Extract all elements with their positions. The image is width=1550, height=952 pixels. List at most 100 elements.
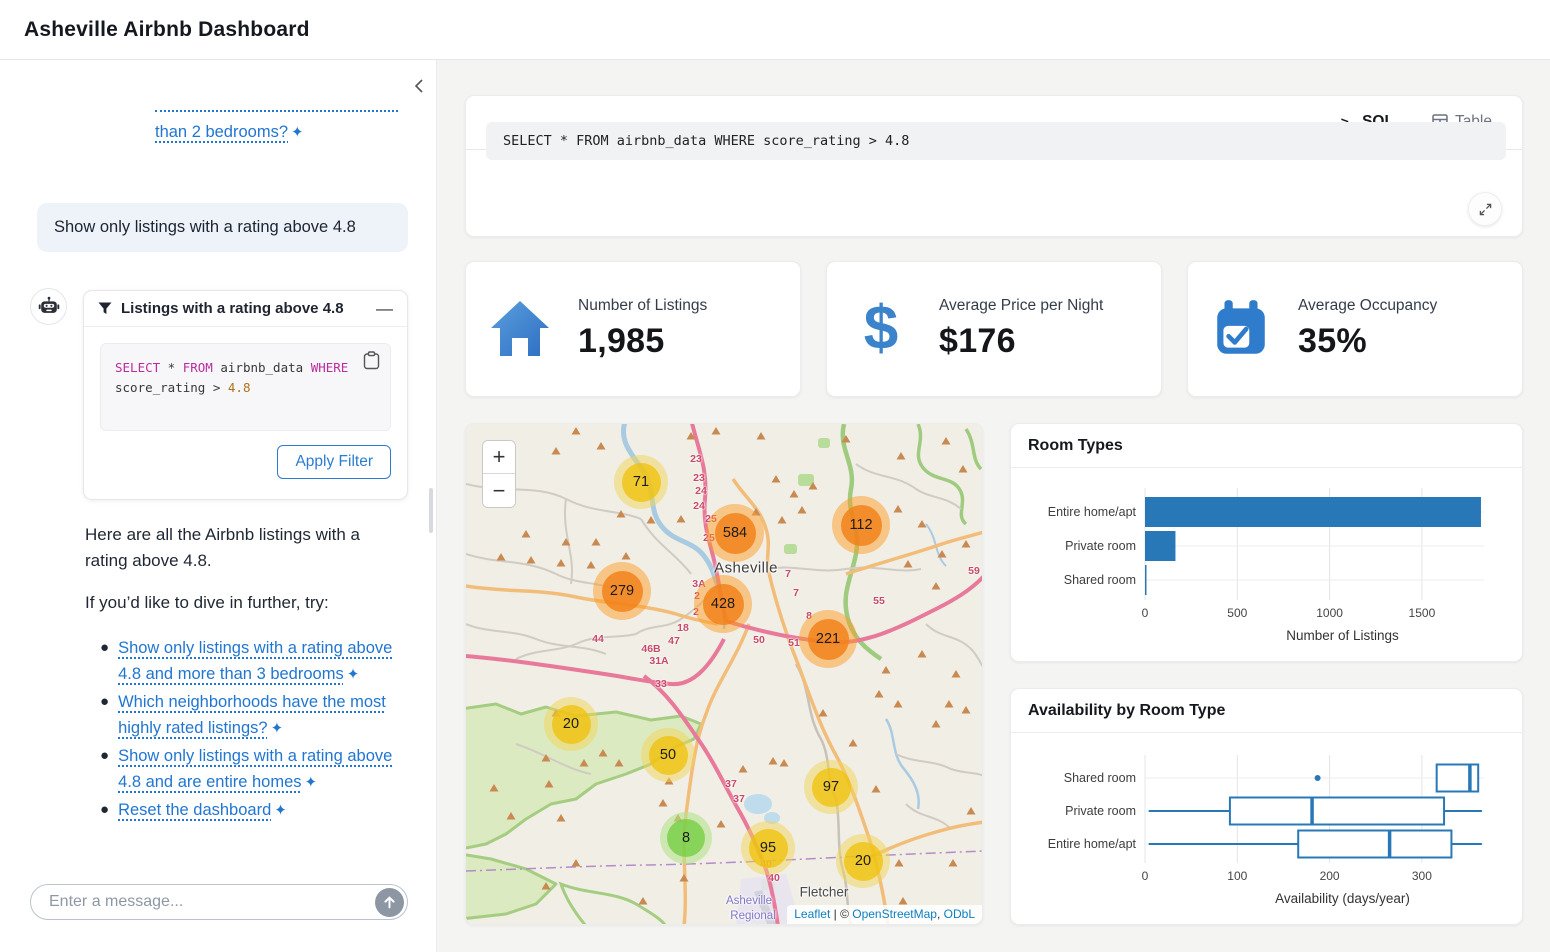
copy-button[interactable] — [360, 351, 382, 373]
cluster-count: 221 — [808, 619, 849, 660]
sparkle-icon: ✦ — [305, 770, 318, 796]
chat-sidebar: than 2 bedrooms?✦ Show only listings wit… — [0, 60, 437, 952]
cluster-marker[interactable]: 428 — [694, 575, 752, 633]
stat-label: Number of Listings — [578, 297, 707, 315]
bullet-icon: ● — [100, 635, 109, 688]
category-label: Shared room — [1064, 573, 1136, 587]
chevron-left-icon — [412, 78, 426, 94]
assistant-message-followup: If you’d like to dive in further, try: — [85, 593, 400, 613]
availability-box-plot: Shared roomPrivate roomEntire home/apt01… — [1011, 733, 1522, 923]
leaflet-link[interactable]: Leaflet — [794, 907, 830, 921]
outlier-point — [1315, 775, 1321, 781]
axis-tick-label: 1000 — [1316, 606, 1343, 620]
sql-query-input[interactable]: SELECT * FROM airbnb_data WHERE score_ra… — [486, 122, 1506, 160]
suggestion-link[interactable]: Which neighborhoods have the most highly… — [118, 693, 386, 737]
user-message-text: Show only listings with a rating above 4… — [54, 218, 356, 237]
category-label: Private room — [1065, 804, 1136, 818]
sparkle-icon: ✦ — [347, 662, 360, 688]
map-attribution: Leaflet | © OpenStreetMap, ODbL — [787, 905, 982, 924]
axis-tick-label: 0 — [1142, 606, 1149, 620]
bar[interactable] — [1145, 531, 1175, 561]
stat-card-listings: Number of Listings 1,985 — [465, 261, 801, 397]
suggestion-link[interactable]: Reset the dashboard — [118, 801, 271, 819]
send-button[interactable] — [375, 888, 404, 917]
expand-icon — [1479, 203, 1492, 216]
cluster-marker[interactable]: 97 — [804, 760, 858, 814]
apply-filter-button[interactable]: Apply Filter — [277, 445, 391, 479]
cluster-marker[interactable]: 71 — [614, 455, 668, 509]
chart-title: Room Types — [1011, 424, 1522, 468]
category-label: Entire home/apt — [1048, 505, 1137, 519]
user-message-bubble: Show only listings with a rating above 4… — [37, 203, 408, 252]
map-zoom-control: + − — [482, 440, 516, 508]
arrow-up-icon — [383, 896, 396, 909]
bullet-icon: ● — [100, 743, 109, 796]
bullet-icon: ● — [100, 797, 109, 824]
stat-label: Average Price per Night — [939, 297, 1103, 315]
cluster-marker[interactable]: 221 — [799, 610, 857, 668]
category-label: Shared room — [1064, 771, 1136, 785]
robot-icon — [38, 296, 60, 318]
sidebar-collapse-button[interactable] — [408, 76, 430, 98]
cluster-marker[interactable]: 20 — [836, 834, 890, 888]
avatar — [30, 288, 67, 325]
map-basemap — [466, 424, 983, 925]
cluster-count: 112 — [841, 505, 882, 546]
sql-code-block: SELECT * FROM airbnb_data WHERE score_ra… — [100, 343, 391, 431]
attribution-comma: , — [937, 907, 944, 921]
cluster-marker[interactable]: 8 — [660, 812, 712, 864]
axis-tick-label: 300 — [1412, 869, 1432, 883]
sparkle-icon: ✦ — [271, 716, 284, 742]
filter-icon — [98, 302, 112, 315]
suggestion-item: ●Which neighborhoods have the most highl… — [100, 689, 400, 742]
category-label: Entire home/apt — [1048, 837, 1137, 851]
message-input[interactable] — [30, 884, 408, 920]
cluster-count: 428 — [703, 584, 744, 625]
cluster-marker[interactable]: 50 — [641, 728, 695, 782]
sparkle-icon: ✦ — [291, 123, 304, 141]
cluster-count: 279 — [602, 571, 643, 612]
attribution-separator: | © — [830, 907, 852, 921]
stat-value: $176 — [939, 322, 1103, 361]
chat-input-wrap — [30, 884, 408, 920]
stat-value: 35% — [1298, 322, 1437, 361]
stat-label: Average Occupancy — [1298, 297, 1437, 315]
box-plot-series[interactable] — [1149, 798, 1482, 825]
cluster-count: 97 — [812, 768, 851, 807]
cluster-count: 8 — [667, 819, 705, 857]
bar[interactable] — [1145, 565, 1147, 595]
axis-tick-label: 200 — [1320, 869, 1340, 883]
cluster-count: 20 — [844, 842, 883, 881]
cluster-count: 95 — [749, 829, 788, 868]
odbl-link[interactable]: ODbL — [944, 907, 975, 921]
room-types-chart-card: Room Types Entire home/aptPrivate roomSh… — [1010, 423, 1523, 662]
suggestion-item: ●Show only listings with a rating above … — [100, 743, 400, 796]
cluster-marker[interactable]: 112 — [832, 496, 890, 554]
cluster-marker[interactable]: 584 — [706, 504, 764, 562]
dotted-underline-fragment — [155, 110, 398, 112]
sidebar-scrollbar[interactable] — [429, 488, 433, 533]
openstreetmap-link[interactable]: OpenStreetMap — [852, 907, 937, 921]
calendar-check-icon — [1210, 298, 1272, 360]
listings-map[interactable]: + − 7158411227942822120509789520Ashevill… — [465, 423, 983, 925]
clipboard-icon — [363, 351, 380, 370]
axis-tick-label: 500 — [1227, 606, 1247, 620]
stat-card-occupancy: Average Occupancy 35% — [1187, 261, 1523, 397]
dashboard-main: >_ SQL Table SELECT * FROM airbnb_data W… — [437, 60, 1550, 952]
cluster-marker[interactable]: 279 — [593, 562, 651, 620]
house-icon — [488, 298, 552, 360]
suggestion-link[interactable]: Show only listings with a rating above 4… — [118, 747, 392, 791]
zoom-out-button[interactable]: − — [483, 474, 515, 507]
cluster-marker[interactable]: 95 — [741, 821, 795, 875]
bar[interactable] — [1145, 497, 1481, 527]
expand-editor-button[interactable] — [1468, 192, 1502, 226]
filter-card-header: Listings with a rating above 4.8 — — [84, 291, 407, 327]
cluster-marker[interactable]: 20 — [544, 697, 598, 751]
query-panel: >_ SQL Table SELECT * FROM airbnb_data W… — [465, 95, 1523, 237]
suggestion-link-truncated[interactable]: than 2 bedrooms? — [155, 123, 288, 141]
collapse-card-button[interactable]: — — [376, 300, 393, 317]
box-plot-series[interactable] — [1149, 831, 1482, 858]
dollar-icon: $ — [849, 298, 913, 360]
zoom-in-button[interactable]: + — [483, 441, 515, 474]
cluster-count: 584 — [715, 513, 756, 554]
